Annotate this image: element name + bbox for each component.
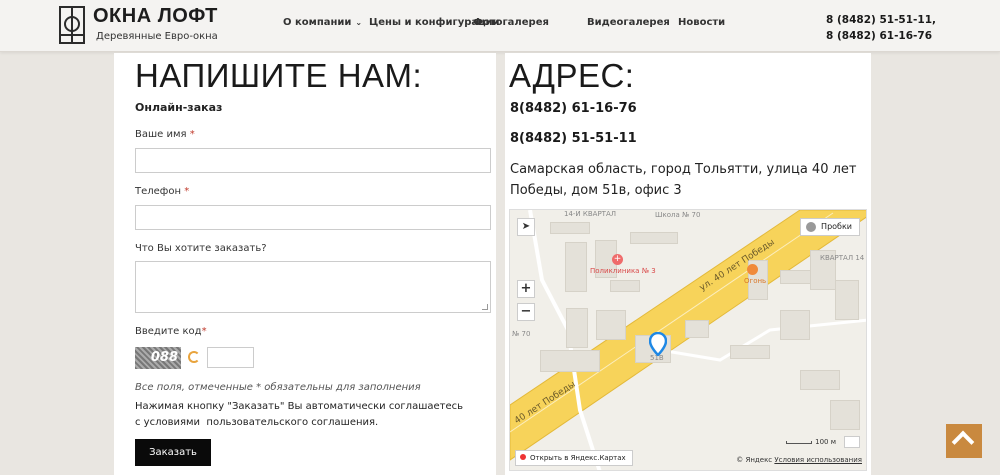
code-label: Введите код* — [135, 326, 207, 337]
map-pin-icon — [520, 454, 526, 460]
zoom-in-button[interactable]: + — [517, 280, 535, 298]
contact-phone-2[interactable]: 8(8482) 51-51-11 — [510, 131, 637, 146]
header-phone-2[interactable]: 8 (8482) 61-16-76 — [826, 28, 936, 44]
traffic-button[interactable]: Пробки — [800, 218, 860, 236]
map-label-clinic: Поликлиника № 3 — [590, 267, 656, 275]
logo-icon[interactable] — [59, 6, 85, 44]
refresh-icon[interactable] — [188, 351, 200, 363]
submit-button[interactable]: Заказать — [135, 439, 211, 466]
form-title: НАПИШИТЕ НАМ: — [135, 57, 423, 94]
yandex-map[interactable]: 14-Й КВАРТАЛ Школа № 70 + Поликлиника № … — [509, 209, 867, 471]
captcha-image: 088 — [135, 347, 181, 369]
cafe-icon — [747, 264, 758, 275]
order-textarea[interactable] — [135, 261, 491, 313]
address-title: АДРЕС: — [509, 57, 635, 94]
nav-item-news[interactable]: Новости — [678, 17, 725, 28]
chevron-down-icon: ⌄ — [355, 18, 363, 27]
phone-input[interactable] — [135, 205, 491, 230]
name-label: Ваше имя * — [135, 129, 195, 140]
header-phones: 8 (8482) 51-51-11, 8 (8482) 61-16-76 — [826, 12, 936, 44]
order-label: Что Вы хотите заказать? — [135, 243, 267, 254]
hospital-icon: + — [612, 254, 623, 265]
brand-tagline: Деревянные Евро-окна — [96, 31, 218, 42]
nav-item-videos[interactable]: Видеогалерея — [587, 17, 670, 28]
map-scale: 100 м — [786, 438, 836, 446]
site-header: ОКНА ЛОФТ Деревянные Евро-окна О компани… — [0, 0, 1000, 52]
phone-label: Телефон * — [135, 186, 190, 197]
ruler-icon[interactable] — [844, 436, 860, 448]
agreement-text: Нажимая кнопку "Заказать" Вы автоматичес… — [135, 401, 464, 428]
map-label-shop: Огонь — [744, 277, 767, 285]
name-input[interactable] — [135, 148, 491, 173]
location-pin-icon[interactable] — [649, 332, 667, 356]
brand-name[interactable]: ОКНА ЛОФТ — [93, 5, 218, 28]
nav-item-photos[interactable]: Фотогалерея — [473, 17, 549, 28]
nav-item-about[interactable]: О компании ⌄ — [283, 17, 362, 28]
map-label-kvartal-right: КВАРТАЛ 14 — [820, 254, 865, 262]
required-note: Все поля, отмеченные * обязательны для з… — [135, 382, 421, 393]
agreement-link[interactable]: пользовательского соглашения. — [206, 417, 378, 428]
terms-link[interactable]: Условия использования — [774, 456, 862, 464]
map-label-school: Школа № 70 — [655, 211, 701, 219]
captcha-input[interactable] — [207, 347, 254, 368]
locate-me-icon[interactable]: ➤ — [517, 218, 535, 236]
header-phone-1[interactable]: 8 (8482) 51-51-11, — [826, 12, 936, 28]
open-in-yandex-maps-link[interactable]: Открыть в Яндекс.Картах — [515, 450, 633, 466]
traffic-light-icon — [806, 222, 817, 232]
chevron-up-icon — [951, 430, 975, 454]
map-label-n70: № 70 — [512, 330, 531, 338]
form-subtitle: Онлайн-заказ — [135, 101, 223, 114]
map-label-kvartal: 14-Й КВАРТАЛ — [564, 210, 617, 218]
order-form-panel: НАПИШИТЕ НАМ: Онлайн-заказ Ваше имя * Те… — [114, 53, 496, 475]
contact-panel: АДРЕС: 8(8482) 61-16-76 8(8482) 51-51-11… — [505, 53, 871, 475]
zoom-out-button[interactable]: − — [517, 303, 535, 321]
contact-phone-1[interactable]: 8(8482) 61-16-76 — [510, 101, 637, 116]
contact-address: Самарская область, город Тольятти, улица… — [510, 162, 857, 198]
scroll-to-top-button[interactable] — [946, 424, 982, 458]
map-copyright: © Яндекс Условия использования — [736, 456, 862, 464]
resize-handle-icon[interactable] — [482, 304, 488, 310]
